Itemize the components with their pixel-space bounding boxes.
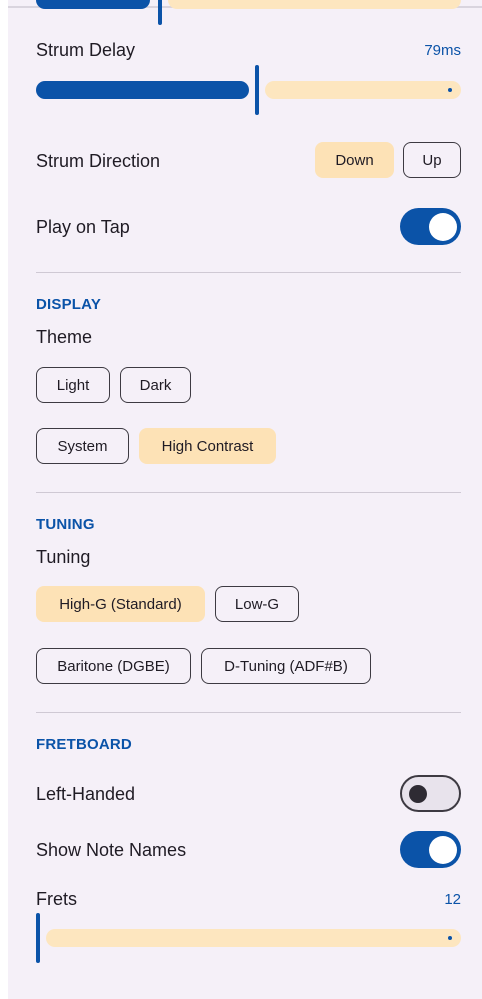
fretboard-section-title: FRETBOARD [36, 736, 132, 753]
divider-tuning [36, 492, 461, 493]
frets-slider[interactable] [36, 912, 461, 964]
display-section-title: DISPLAY [36, 296, 102, 313]
strum-direction-label: Strum Direction [36, 151, 161, 171]
left-handed-switch[interactable] [400, 775, 461, 812]
divider-fretboard [36, 712, 461, 713]
frets-thumb[interactable] [36, 913, 40, 963]
previous-slider-inactive-track [168, 0, 461, 9]
strum-delay-value: 79ms [424, 42, 461, 59]
theme-light-button[interactable]: Light [36, 367, 110, 403]
play-on-tap-label: Play on Tap [36, 217, 130, 237]
strum-delay-end-dot [448, 88, 452, 92]
theme-label: Theme [36, 327, 93, 347]
show-note-names-switch-knob [429, 835, 457, 864]
frets-end-dot [448, 936, 452, 940]
tuning-baritone-button[interactable]: Baritone (DGBE) [36, 648, 191, 684]
tuning-section-title: TUNING [36, 516, 95, 533]
tuning-d-tuning-button[interactable]: D-Tuning (ADF#B) [201, 648, 371, 684]
strum-up-button[interactable]: Up [403, 142, 461, 178]
divider-display [36, 272, 461, 273]
previous-slider-active-track [36, 0, 150, 9]
theme-dark-button[interactable]: Dark [120, 367, 191, 403]
settings-panel: Strum Delay 79ms Strum Direction Down Up… [8, 0, 482, 999]
previous-slider-thumb[interactable] [158, 0, 162, 25]
left-handed-label: Left-Handed [36, 784, 136, 804]
strum-delay-thumb[interactable] [255, 65, 259, 115]
show-note-names-label: Show Note Names [36, 840, 187, 860]
show-note-names-switch[interactable] [400, 831, 461, 868]
theme-high-contrast-button[interactable]: High Contrast [139, 428, 276, 464]
frets-value: 12 [444, 891, 461, 908]
tuning-label: Tuning [36, 547, 91, 567]
strum-delay-label: Strum Delay [36, 40, 136, 60]
tuning-low-g-button[interactable]: Low-G [215, 586, 299, 622]
play-on-tap-switch[interactable] [400, 208, 461, 245]
strum-delay-active-track [36, 81, 249, 99]
strum-delay-inactive-track [265, 81, 461, 99]
play-on-tap-switch-knob [429, 212, 457, 241]
tuning-high-g-button[interactable]: High-G (Standard) [36, 586, 205, 622]
previous-slider[interactable] [36, 0, 461, 26]
strum-down-button[interactable]: Down [315, 142, 394, 178]
frets-inactive-track [46, 929, 461, 947]
frets-label: Frets [36, 889, 78, 909]
strum-delay-slider[interactable] [36, 64, 461, 116]
left-handed-switch-knob [409, 784, 427, 803]
theme-system-button[interactable]: System [36, 428, 129, 464]
